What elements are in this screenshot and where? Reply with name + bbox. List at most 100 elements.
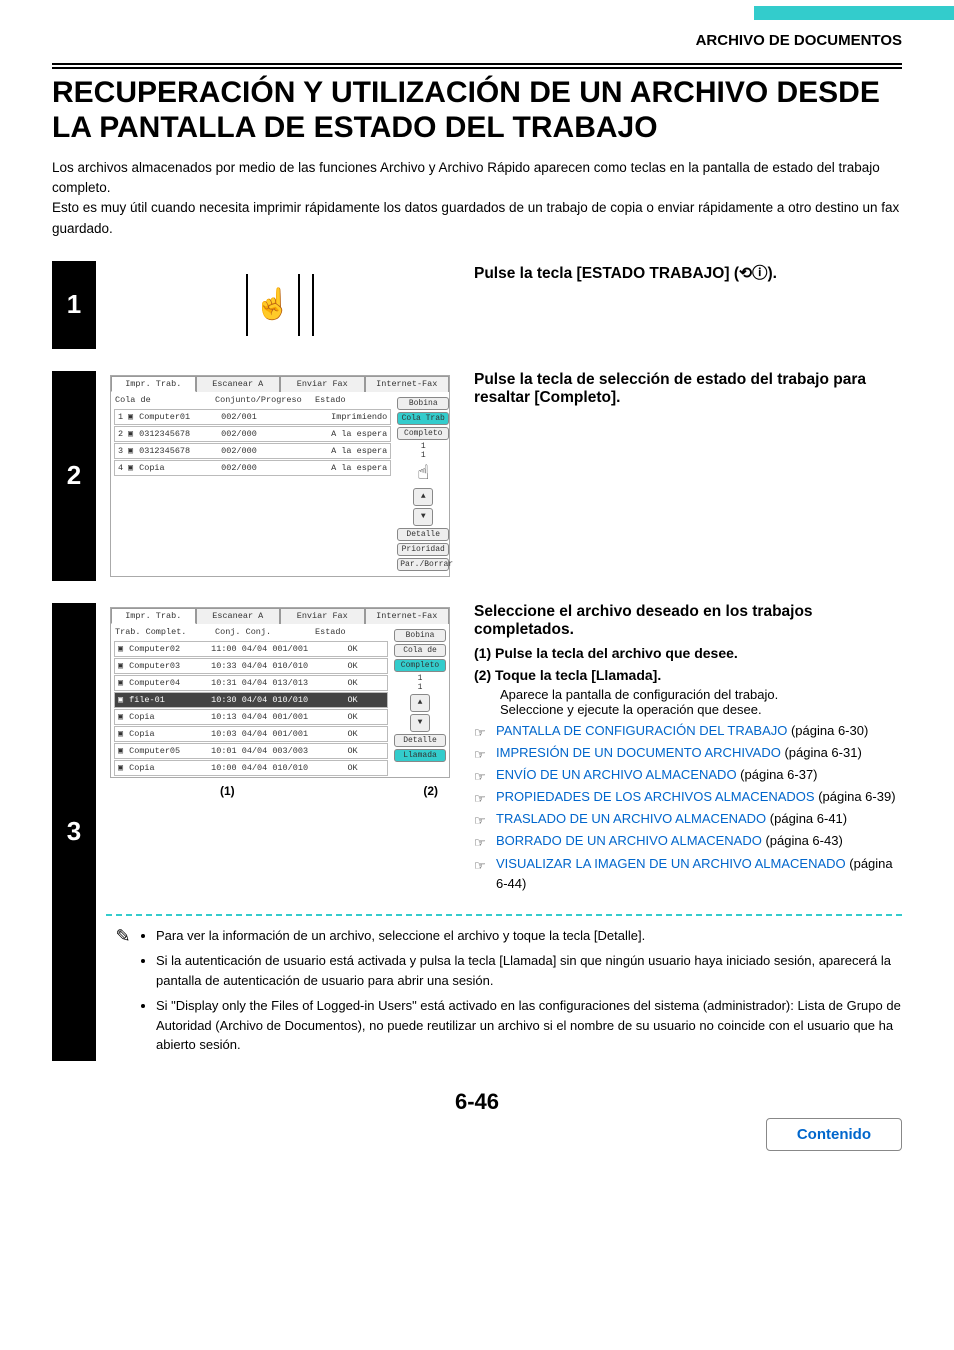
page-title: RECUPERACIÓN Y UTILIZACIÓN DE UN ARCHIVO… <box>52 75 902 146</box>
tab-internet-fax[interactable]: Internet-Fax <box>365 608 450 624</box>
col-1: Trab. Complet. <box>115 627 215 637</box>
side-par-borrar[interactable]: Par./Borrar <box>397 558 449 571</box>
step-3-title: Seleccione el archivo deseado en los tra… <box>474 603 902 639</box>
page-ref: (página 6-31) <box>781 745 862 760</box>
step-2-screenshot: Impr. Trab. Escanear A Enviar Fax Intern… <box>110 375 450 577</box>
table-row[interactable]: ▣Computer0310:33 04/04 010/010OK <box>114 658 388 674</box>
step-2-text: Pulse la tecla de selección de estado de… <box>474 371 902 407</box>
table-row[interactable]: ▣Computer0510:01 04/04 003/003OK <box>114 743 388 759</box>
pointer-icon: ☞ <box>474 723 486 743</box>
contenido-button[interactable]: Contenido <box>766 1118 902 1151</box>
side-detalle[interactable]: Detalle <box>394 734 446 747</box>
col-3: Estado <box>315 627 387 637</box>
doc-link[interactable]: IMPRESIÓN DE UN DOCUMENTO ARCHIVADO <box>496 745 781 760</box>
intro-paragraph-2: Esto es muy útil cuando necesita imprimi… <box>52 198 902 239</box>
note-pencil-icon: ✎ <box>106 926 140 1061</box>
scroll-up-icon[interactable]: ▲ <box>410 694 430 712</box>
page-indicator: 11 <box>394 674 446 692</box>
page-ref: (página 6-37) <box>737 767 818 782</box>
link-list: ☞ PANTALLA DE CONFIGURACIÓN DEL TRABAJO (… <box>474 721 902 894</box>
side-cola-trab[interactable]: Cola Trab <box>397 412 449 425</box>
table-row[interactable]: ▣Computer0410:31 04/04 013/013OK <box>114 675 388 691</box>
step-2: 2 Impr. Trab. Escanear A Enviar Fax Inte… <box>52 371 902 581</box>
step-3-sub2: (2) Toque la tecla [Llamada]. <box>474 667 902 683</box>
page-ref: (página 6-41) <box>766 811 847 826</box>
table-row[interactable]: ▣Copia10:00 04/04 010/010OK <box>114 760 388 776</box>
doc-link[interactable]: PANTALLA DE CONFIGURACIÓN DEL TRABAJO <box>496 723 787 738</box>
page-ref: (página 6-39) <box>815 789 896 804</box>
pointer-icon: ☞ <box>474 767 486 787</box>
rule-top-2 <box>52 67 902 69</box>
side-completo[interactable]: Completo <box>397 427 449 440</box>
doc-link[interactable]: TRASLADO DE UN ARCHIVO ALMACENADO <box>496 811 766 826</box>
table-row[interactable]: ▣Computer0211:00 04/04 001/001OK <box>114 641 388 657</box>
side-cola-de[interactable]: Cola de <box>394 644 446 657</box>
pointer-icon: ☞ <box>474 789 486 809</box>
notes-list: Para ver la información de un archivo, s… <box>140 926 902 1061</box>
scroll-down-icon[interactable]: ▼ <box>413 508 433 526</box>
pointer-icon: ☞ <box>474 833 486 853</box>
step-1-text: Pulse la tecla [ESTADO TRABAJO] (⟲ⓘ). <box>474 261 902 283</box>
table-row[interactable]: 2▣0312345678002/000A la espera <box>114 426 391 442</box>
side-llamada[interactable]: Llamada <box>394 749 446 762</box>
step-1: 1 ☝ Pulse la tecla [ESTADO TRABAJO] (⟲ⓘ)… <box>52 261 902 349</box>
scroll-up-icon[interactable]: ▲ <box>413 488 433 506</box>
side-bobina[interactable]: Bobina <box>397 397 449 410</box>
tab-escanear-a[interactable]: Escanear A <box>196 608 281 624</box>
tab-enviar-fax[interactable]: Enviar Fax <box>280 376 365 392</box>
col-2: Conjunto/Progreso <box>215 395 315 405</box>
pointer-icon: ☞ <box>474 856 486 876</box>
tab-impr-trab[interactable]: Impr. Trab. <box>111 608 196 624</box>
callout-2: (2) <box>423 784 438 798</box>
side-prioridad[interactable]: Prioridad <box>397 543 449 556</box>
press-hand-icon: ☝ <box>397 460 449 486</box>
page-ref: (página 6-43) <box>762 833 843 848</box>
tab-enviar-fax[interactable]: Enviar Fax <box>280 608 365 624</box>
side-completo[interactable]: Completo <box>394 659 446 672</box>
status-icon: ⟲ⓘ <box>739 265 768 282</box>
table-row[interactable]: ▣Copia10:13 04/04 001/001OK <box>114 709 388 725</box>
step-3-p2: Seleccione y ejecute la operación que de… <box>474 702 902 717</box>
table-row[interactable]: ▣Copia10:03 04/04 001/001OK <box>114 726 388 742</box>
page-ref: (página 6-30) <box>787 723 868 738</box>
step-3-p1: Aparece la pantalla de configuración del… <box>474 687 902 702</box>
col-1: Cola de <box>115 395 215 405</box>
step-1-text-b: ). <box>767 265 776 282</box>
table-row[interactable]: 1▣Computer01002/001Imprimiendo <box>114 409 391 425</box>
step-3-sub1: (1) Pulse la tecla del archivo que desee… <box>474 645 902 661</box>
intro-paragraph-1: Los archivos almacenados por medio de la… <box>52 158 902 199</box>
column-headers: Trab. Complet. Conj. Conj. Estado <box>111 624 391 640</box>
table-row[interactable]: 4▣Copia002/000A la espera <box>114 460 391 476</box>
step-2-number: 2 <box>52 371 96 581</box>
rule-top <box>52 63 902 65</box>
tab-internet-fax[interactable]: Internet-Fax <box>365 376 450 392</box>
doc-link[interactable]: ENVÍO DE UN ARCHIVO ALMACENADO <box>496 767 737 782</box>
tab-escanear-a[interactable]: Escanear A <box>196 376 281 392</box>
scroll-down-icon[interactable]: ▼ <box>410 714 430 732</box>
press-key-icon: ☝ <box>254 287 291 322</box>
step-3-number: 3 <box>52 603 96 1061</box>
side-detalle[interactable]: Detalle <box>397 528 449 541</box>
callout-1: (1) <box>220 784 235 798</box>
pointer-icon: ☞ <box>474 811 486 831</box>
section-header: ARCHIVO DE DOCUMENTOS <box>52 32 902 49</box>
note-item: Si la autenticación de usuario está acti… <box>156 951 902 990</box>
step-3: 3 Impr. Trab. Escanear A Enviar Fax Inte… <box>52 603 902 1061</box>
column-headers: Cola de Conjunto/Progreso Estado <box>111 392 394 408</box>
table-row[interactable]: 3▣0312345678002/000A la espera <box>114 443 391 459</box>
step-1-number: 1 <box>52 261 96 349</box>
pointer-icon: ☞ <box>474 745 486 765</box>
page-indicator: 11 <box>397 442 449 460</box>
side-bobina[interactable]: Bobina <box>394 629 446 642</box>
dashed-divider <box>106 914 902 916</box>
page-number: 6-46 <box>52 1089 902 1115</box>
doc-link[interactable]: BORRADO DE UN ARCHIVO ALMACENADO <box>496 833 762 848</box>
doc-link[interactable]: VISUALIZAR LA IMAGEN DE UN ARCHIVO ALMAC… <box>496 856 846 871</box>
tab-impr-trab[interactable]: Impr. Trab. <box>111 376 196 392</box>
table-row[interactable]: ▣file-0110:30 04/04 010/010OK <box>114 692 388 708</box>
col-2: Conj. Conj. <box>215 627 315 637</box>
step-3-screenshot: Impr. Trab. Escanear A Enviar Fax Intern… <box>110 607 450 778</box>
step-1-illustration: ☝ <box>110 265 450 345</box>
doc-link[interactable]: PROPIEDADES DE LOS ARCHIVOS ALMACENADOS <box>496 789 815 804</box>
note-item: Para ver la información de un archivo, s… <box>156 926 902 946</box>
